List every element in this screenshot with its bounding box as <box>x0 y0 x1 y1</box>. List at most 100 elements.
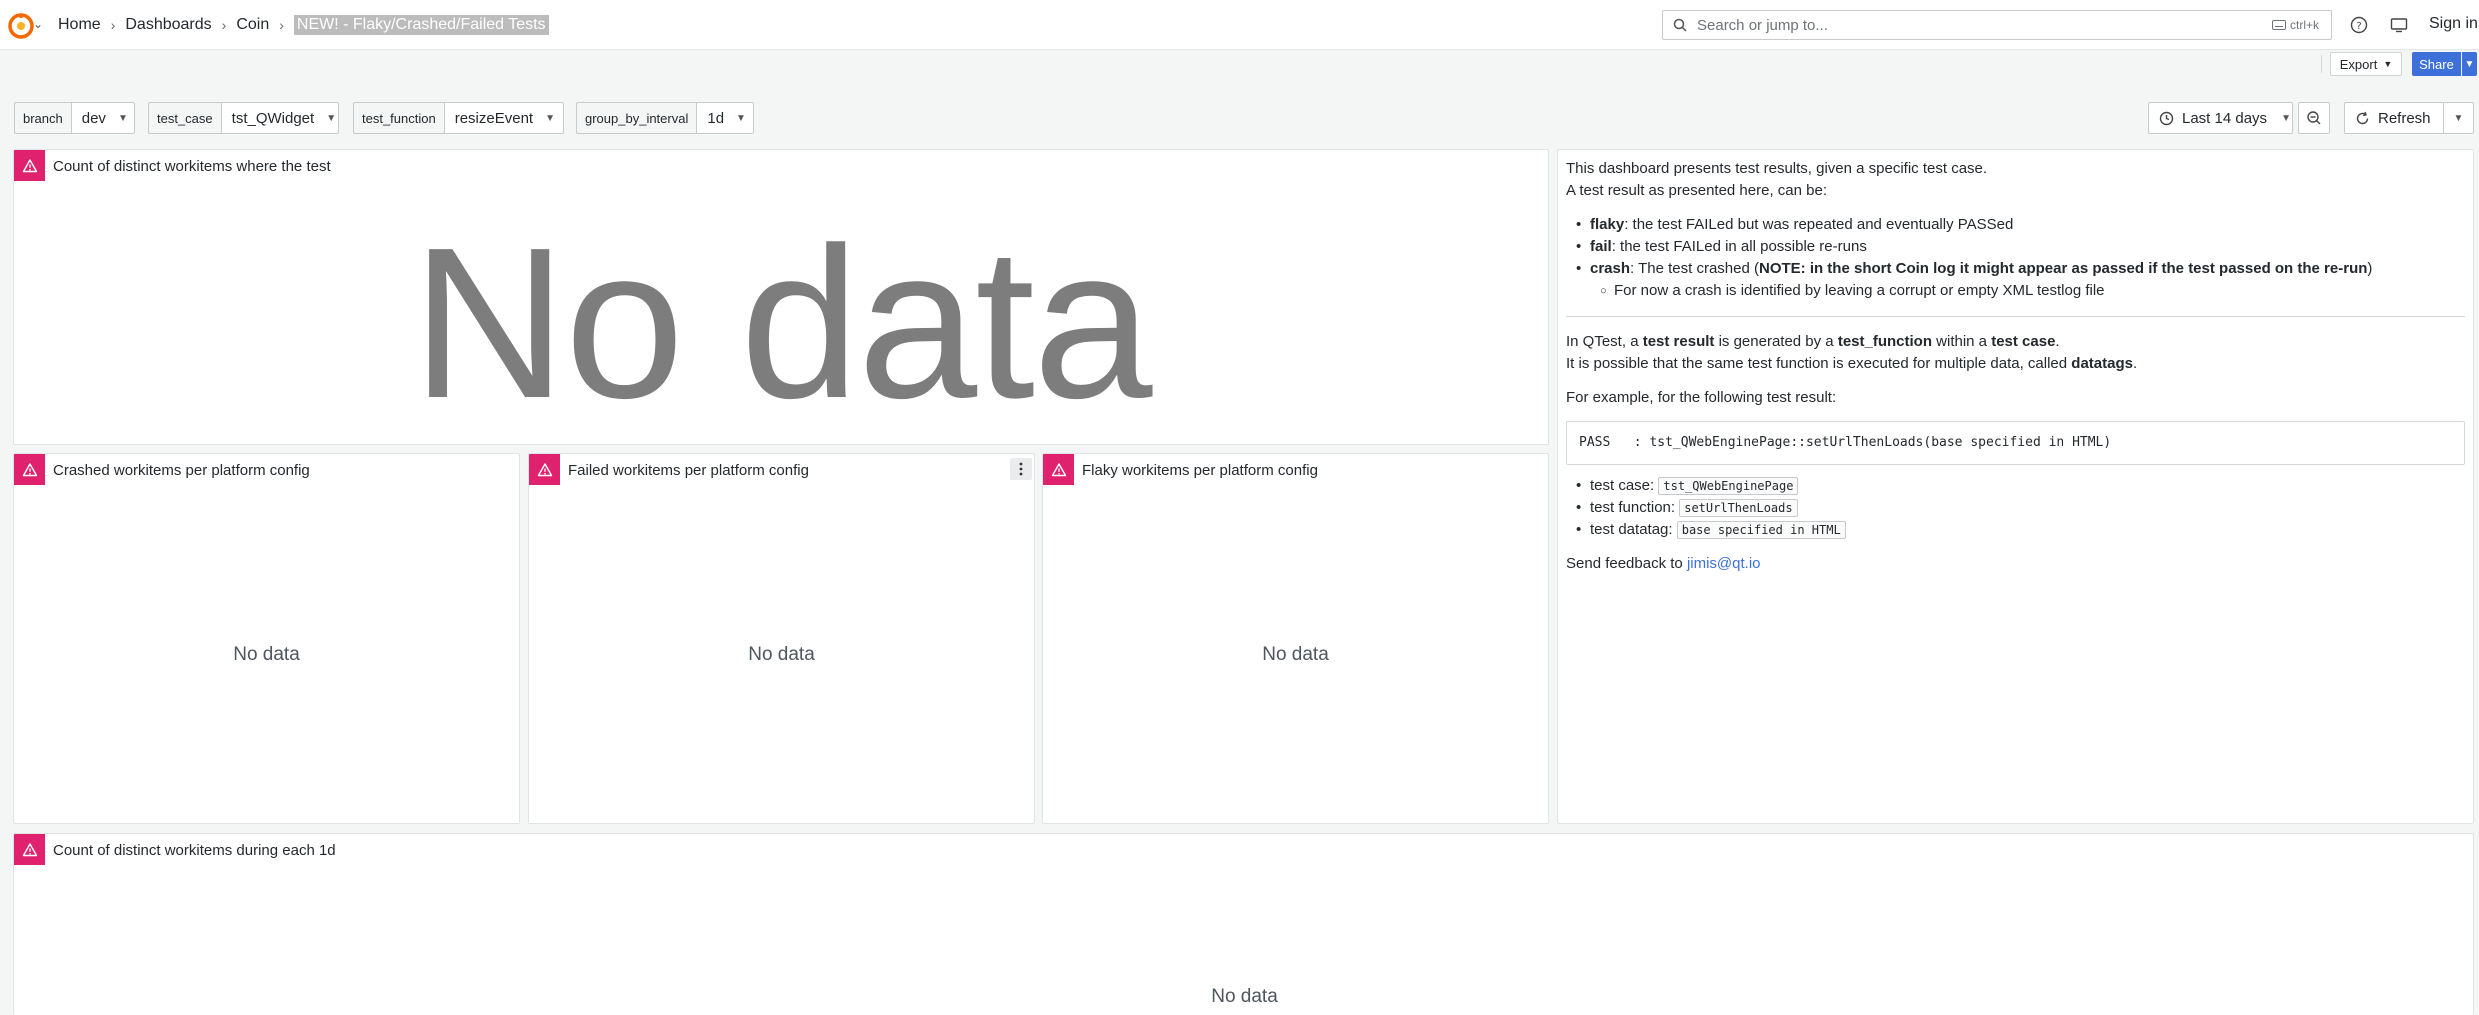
share-button[interactable]: Share <box>2412 52 2461 76</box>
refresh-icon <box>2356 111 2369 124</box>
panel-no-data: No data <box>748 644 815 665</box>
warning-icon <box>22 158 37 172</box>
chevron-down-icon: ▼ <box>326 112 337 124</box>
example-parts-list: test case: tst_QWebEnginePage test funct… <box>1566 475 2465 541</box>
example-label: test function: <box>1590 499 1680 516</box>
refresh-interval-dropdown[interactable]: ▼ <box>2444 102 2474 134</box>
search-shortcut: ctrl+k <box>2271 18 2319 32</box>
term-flaky-desc: : the test FAILed but was repeated and e… <box>1624 216 2014 233</box>
list-item: test function: setUrlThenLoads <box>1566 497 2465 519</box>
datatag-explanation: It is possible that the same test functi… <box>1566 353 2465 375</box>
term-flaky: flaky <box>1590 216 1625 233</box>
example-label: test datatag: <box>1590 521 1677 538</box>
warning-icon <box>537 462 552 476</box>
variable-value: 1d <box>707 109 725 127</box>
breadcrumb-dashboards[interactable]: Dashboards <box>125 16 211 34</box>
toolbar-divider <box>2321 55 2322 73</box>
panel-dashboard-description: This dashboard presents test results, gi… <box>1557 149 2474 824</box>
term-fail-desc: : the test FAILed in all possible re-run… <box>1611 238 1867 255</box>
list-item: test datatag: base specified in HTML <box>1566 519 2465 541</box>
chevron-down-icon[interactable]: ⌄ <box>33 17 43 31</box>
panel-title: Count of distinct workitems where the te… <box>53 158 331 175</box>
variable-select-branch[interactable]: dev ▼ <box>70 102 135 134</box>
qtest-text: is generated by a <box>1714 333 1838 350</box>
warning-icon <box>22 842 37 856</box>
qtest-term: test result <box>1642 333 1715 350</box>
term-crash: crash <box>1590 260 1631 277</box>
variable-select-test-case[interactable]: tst_QWidget ▼ <box>220 102 339 134</box>
panel-error-indicator[interactable] <box>14 150 45 181</box>
intro-line-1: This dashboard presents test results, gi… <box>1566 160 1988 177</box>
panel-title: Crashed workitems per platform config <box>53 462 310 479</box>
variable-label: branch <box>14 102 71 134</box>
term-crash-close: ) <box>2367 260 2373 277</box>
chevron-down-icon: ▼ <box>2453 112 2464 124</box>
monitor-icon[interactable] <box>2389 15 2409 35</box>
variable-group-by-interval: group_by_interval 1d ▼ <box>576 102 755 134</box>
help-icon[interactable]: ? <box>2349 15 2369 35</box>
variable-branch: branch dev ▼ <box>14 102 135 134</box>
grafana-logo-icon[interactable] <box>8 13 34 39</box>
chevron-right-icon: › <box>279 17 284 33</box>
panel-error-indicator[interactable] <box>14 454 45 485</box>
zoom-out-button[interactable] <box>2298 102 2330 134</box>
term-fail: fail <box>1590 238 1612 255</box>
example-code: base specified in HTML <box>1676 521 1846 539</box>
panel-no-data: No data <box>411 202 1152 443</box>
more-vertical-icon <box>1019 462 1023 476</box>
variable-select-group-by-interval[interactable]: 1d ▼ <box>696 102 755 134</box>
variable-value: tst_QWidget <box>231 109 315 127</box>
variable-label: test_function <box>353 102 444 134</box>
search-placeholder: Search or jump to... <box>1697 16 1828 34</box>
time-range-picker[interactable]: Last 14 days ▼ <box>2148 102 2293 134</box>
breadcrumb-home[interactable]: Home <box>58 16 101 34</box>
feedback-line: Send feedback to jimis@qt.io <box>1566 553 2465 575</box>
panel-flaky-workitems: Flaky workitems per platform config No d… <box>1042 453 1549 824</box>
breadcrumb: Home › Dashboards › Coin › NEW! - Flaky/… <box>58 15 549 35</box>
feedback-text: Send feedback to <box>1566 555 1687 572</box>
datatag-term: datatags <box>2071 355 2133 372</box>
datatag-text: It is possible that the same test functi… <box>1566 355 2072 372</box>
panel-menu-button[interactable] <box>1010 458 1032 480</box>
export-label: Export <box>2339 56 2378 72</box>
panel-error-indicator[interactable] <box>529 454 560 485</box>
list-item: crash: The test crashed (NOTE: in the sh… <box>1566 258 2465 280</box>
sign-in-link[interactable]: Sign in <box>2429 15 2478 33</box>
panel-title: Count of distinct workitems during each … <box>53 842 336 859</box>
variable-select-test-function[interactable]: resizeEvent ▼ <box>443 102 564 134</box>
qtest-explanation: In QTest, a test result is generated by … <box>1566 331 2465 353</box>
chevron-down-icon: ▼ <box>117 112 128 124</box>
svg-text:?: ? <box>2356 21 2361 32</box>
breadcrumb-coin[interactable]: Coin <box>236 16 269 34</box>
refresh-button[interactable]: Refresh <box>2344 102 2444 134</box>
example-label: test case: <box>1590 477 1659 494</box>
panel-error-indicator[interactable] <box>14 834 45 865</box>
variable-test-case: test_case tst_QWidget ▼ <box>148 102 339 134</box>
example-intro: For example, for the following test resu… <box>1566 389 1837 406</box>
zoom-out-icon <box>2307 111 2321 125</box>
term-crash-desc: : The test crashed ( <box>1630 260 1759 277</box>
list-item: For now a crash is identified by leaving… <box>1566 280 2465 302</box>
panel-no-data: No data <box>233 644 300 665</box>
example-code: tst_QWebEnginePage <box>1658 477 1799 495</box>
chevron-down-icon: ▼ <box>2383 59 2393 69</box>
search-shortcut-text: ctrl+k <box>2289 18 2319 32</box>
chevron-down-icon: ▼ <box>2464 58 2475 70</box>
export-button[interactable]: Export ▼ <box>2330 52 2402 76</box>
result-types-list: flaky: the test FAILed but was repeated … <box>1566 214 2465 302</box>
chevron-down-icon: ▼ <box>2281 112 2291 124</box>
search-input[interactable]: Search or jump to... ctrl+k <box>1662 10 2332 40</box>
panel-no-data: No data <box>1211 986 1278 1007</box>
panel-no-data: No data <box>1262 644 1329 665</box>
panel-title: Failed workitems per platform config <box>568 462 809 479</box>
variable-value: dev <box>81 109 106 127</box>
warning-icon <box>1051 462 1066 476</box>
panel-error-indicator[interactable] <box>1043 454 1074 485</box>
chevron-right-icon: › <box>221 17 227 33</box>
divider <box>1566 316 2465 317</box>
panel-failed-workitems: Failed workitems per platform config No … <box>528 453 1035 824</box>
search-icon <box>1673 18 1687 32</box>
feedback-email-link[interactable]: jimis@qt.io <box>1687 555 1761 572</box>
chevron-right-icon: › <box>110 17 116 33</box>
share-dropdown-button[interactable]: ▼ <box>2462 52 2477 76</box>
